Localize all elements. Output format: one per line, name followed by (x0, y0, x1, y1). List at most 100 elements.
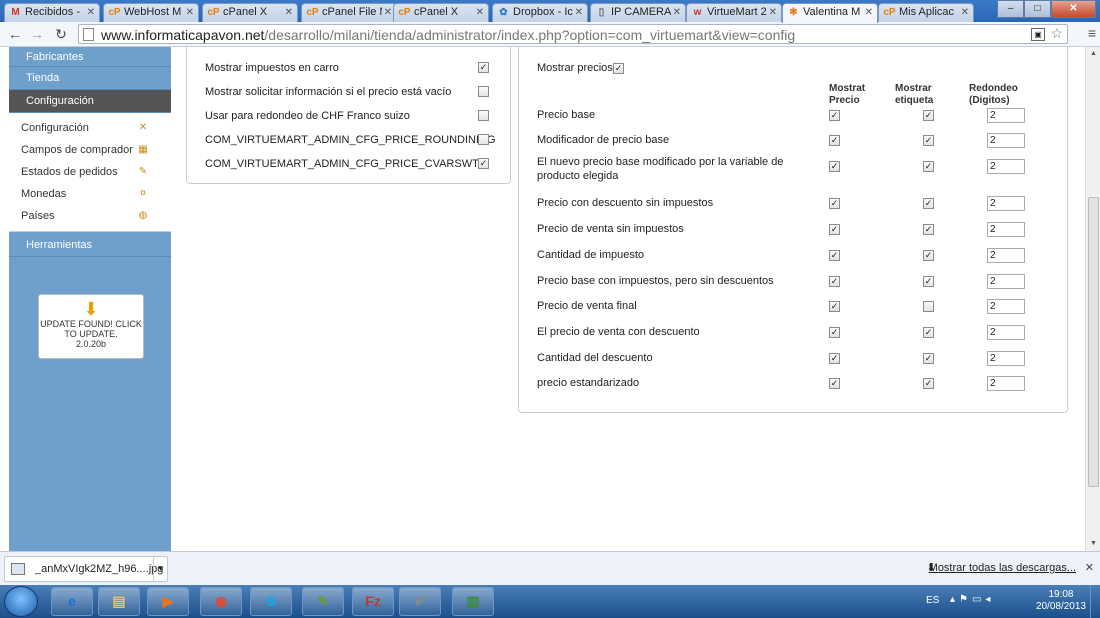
clock[interactable]: 19:08 20/08/2013 (1036, 589, 1086, 613)
rounding-digits-input[interactable]: 2 (987, 325, 1025, 340)
start-button[interactable] (4, 586, 38, 617)
close-tab-icon[interactable]: ✕ (865, 4, 873, 21)
show-price-checkbox[interactable]: ✓ (829, 378, 840, 389)
show-price-checkbox[interactable]: ✓ (829, 161, 840, 172)
rounding-digits-input[interactable]: 2 (987, 133, 1025, 148)
tax-option-checkbox[interactable] (478, 86, 489, 97)
show-price-checkbox[interactable]: ✓ (829, 198, 840, 209)
show-desktop-button[interactable] (1090, 585, 1100, 618)
forward-arrow-icon[interactable]: → (28, 25, 46, 43)
chart-app-icon[interactable]: ▥ (452, 587, 494, 616)
close-tab-icon[interactable]: ✕ (769, 4, 777, 21)
sidebar-section-herramientas[interactable]: Herramientas (9, 234, 171, 257)
rounding-digits-input[interactable]: 2 (987, 274, 1025, 289)
close-tab-icon[interactable]: ✕ (87, 4, 95, 21)
close-tab-icon[interactable]: ✕ (673, 4, 681, 21)
browser-tab[interactable]: ✿ Dropbox - Ic ✕ (492, 3, 588, 22)
browser-tab[interactable]: cP WebHost M ✕ (103, 3, 199, 22)
browser-tab[interactable]: w VirtueMart 2 ✕ (686, 3, 782, 22)
url-text[interactable]: www.informaticapavon.net/desarrollo/mila… (101, 27, 795, 43)
show-price-checkbox[interactable]: ✓ (829, 327, 840, 338)
browser-tab[interactable]: cP cPanel X ✕ (202, 3, 298, 22)
sidebar-item[interactable]: Configuración ✕ (9, 117, 171, 139)
rounding-digits-input[interactable]: 2 (987, 108, 1025, 123)
show-prices-checkbox[interactable]: ✓ (613, 63, 624, 74)
close-tab-icon[interactable]: ✕ (384, 4, 392, 21)
minimize-button[interactable]: – (997, 0, 1024, 18)
download-menu-arrow-icon[interactable]: ▾ (153, 557, 167, 581)
show-label-checkbox[interactable] (923, 301, 934, 312)
ie-icon[interactable]: e (51, 587, 93, 616)
show-price-checkbox[interactable]: ✓ (829, 276, 840, 287)
browser-tab[interactable]: cP cPanel File M ✕ (301, 3, 397, 22)
tax-option-checkbox[interactable]: ✓ (478, 158, 489, 169)
show-label-checkbox[interactable]: ✓ (923, 224, 934, 235)
show-price-checkbox[interactable]: ✓ (829, 353, 840, 364)
sidebar-section-configuracion[interactable]: Configuración (9, 90, 171, 113)
show-label-checkbox[interactable]: ✓ (923, 250, 934, 261)
show-all-downloads-link[interactable]: Mostrar todas las descargas... (929, 562, 1076, 574)
tax-option-checkbox[interactable]: ✓ (478, 62, 489, 73)
address-bar[interactable]: www.informaticapavon.net/desarrollo/mila… (78, 24, 1068, 44)
browser-tab[interactable]: cP cPanel X ✕ (393, 3, 489, 22)
scroll-down-icon[interactable]: ▼ (1086, 537, 1100, 551)
language-indicator[interactable]: ES (926, 595, 939, 606)
show-price-checkbox[interactable]: ✓ (829, 135, 840, 146)
tray-icons[interactable]: ▴⚑▭◂ (950, 594, 994, 605)
download-item[interactable]: _anMxVIgk2MZ_h96....jpg ▾ (4, 556, 168, 582)
rounding-digits-input[interactable]: 2 (987, 351, 1025, 366)
show-label-checkbox[interactable]: ✓ (923, 135, 934, 146)
media-player-icon[interactable]: ▶ (147, 587, 189, 616)
close-tab-icon[interactable]: ✕ (186, 4, 194, 21)
maximize-button[interactable]: □ (1024, 0, 1051, 18)
extension-icon[interactable]: ▣ (1031, 28, 1045, 41)
close-tab-icon[interactable]: ✕ (476, 4, 484, 21)
paint-icon[interactable]: ✎ (302, 587, 344, 616)
scroll-up-icon[interactable]: ▲ (1086, 47, 1100, 61)
sidebar-section-tienda[interactable]: Tienda (9, 67, 171, 90)
show-label-checkbox[interactable]: ✓ (923, 276, 934, 287)
sidebar-item[interactable]: Campos de comprador ▦ (9, 139, 171, 161)
back-arrow-icon[interactable]: ← (6, 25, 24, 43)
explorer-icon[interactable]: ▤ (98, 587, 140, 616)
show-label-checkbox[interactable]: ✓ (923, 110, 934, 121)
rounding-digits-input[interactable]: 2 (987, 159, 1025, 174)
filezilla-icon[interactable]: Fz (352, 587, 394, 616)
show-label-checkbox[interactable]: ✓ (923, 353, 934, 364)
browser-tab[interactable]: ✱ Valentina M ✕ (782, 3, 878, 23)
show-label-checkbox[interactable]: ✓ (923, 327, 934, 338)
sidebar-section-fabricantes[interactable]: Fabricantes (9, 47, 171, 67)
scroll-thumb[interactable] (1088, 197, 1099, 487)
show-label-checkbox[interactable]: ✓ (923, 378, 934, 389)
rounding-digits-input[interactable]: 2 (987, 376, 1025, 391)
show-price-checkbox[interactable]: ✓ (829, 110, 840, 121)
chrome-icon[interactable]: ◉ (200, 587, 242, 616)
tax-option-checkbox[interactable] (478, 134, 489, 145)
show-price-checkbox[interactable]: ✓ (829, 250, 840, 261)
close-tab-icon[interactable]: ✕ (575, 4, 583, 21)
paintbrush-icon[interactable]: ✐ (399, 587, 441, 616)
skype-icon[interactable]: S (250, 587, 292, 616)
rounding-digits-input[interactable]: 2 (987, 248, 1025, 263)
show-label-checkbox[interactable]: ✓ (923, 198, 934, 209)
sidebar-item[interactable]: Estados de pedidos ✎ (9, 161, 171, 183)
browser-menu-icon[interactable]: ≡ (1088, 25, 1096, 41)
rounding-digits-input[interactable]: 2 (987, 196, 1025, 211)
page-scrollbar[interactable]: ▲ ▼ (1085, 47, 1100, 551)
update-notice-button[interactable]: ⬇ UPDATE FOUND! CLICK TO UPDATE. 2.0.20b (38, 294, 144, 359)
close-window-button[interactable]: ✕ (1051, 0, 1096, 18)
close-downloads-icon[interactable]: ✕ (1085, 561, 1094, 574)
reload-icon[interactable]: ↻ (52, 25, 70, 43)
sidebar-item[interactable]: Monedas ¤ (9, 183, 171, 205)
rounding-digits-input[interactable]: 2 (987, 299, 1025, 314)
close-tab-icon[interactable]: ✕ (961, 4, 969, 21)
show-price-checkbox[interactable]: ✓ (829, 224, 840, 235)
show-label-checkbox[interactable]: ✓ (923, 161, 934, 172)
bookmark-star-icon[interactable]: ☆ (1050, 25, 1063, 42)
browser-tab[interactable]: ▯ IP CAMERA ✕ (590, 3, 686, 22)
close-tab-icon[interactable]: ✕ (285, 4, 293, 21)
rounding-digits-input[interactable]: 2 (987, 222, 1025, 237)
browser-tab[interactable]: M Recibidos - ✕ (4, 3, 100, 22)
browser-tab[interactable]: cP Mis Aplicac ✕ (878, 3, 974, 22)
sidebar-item[interactable]: Países ◍ (9, 205, 171, 227)
